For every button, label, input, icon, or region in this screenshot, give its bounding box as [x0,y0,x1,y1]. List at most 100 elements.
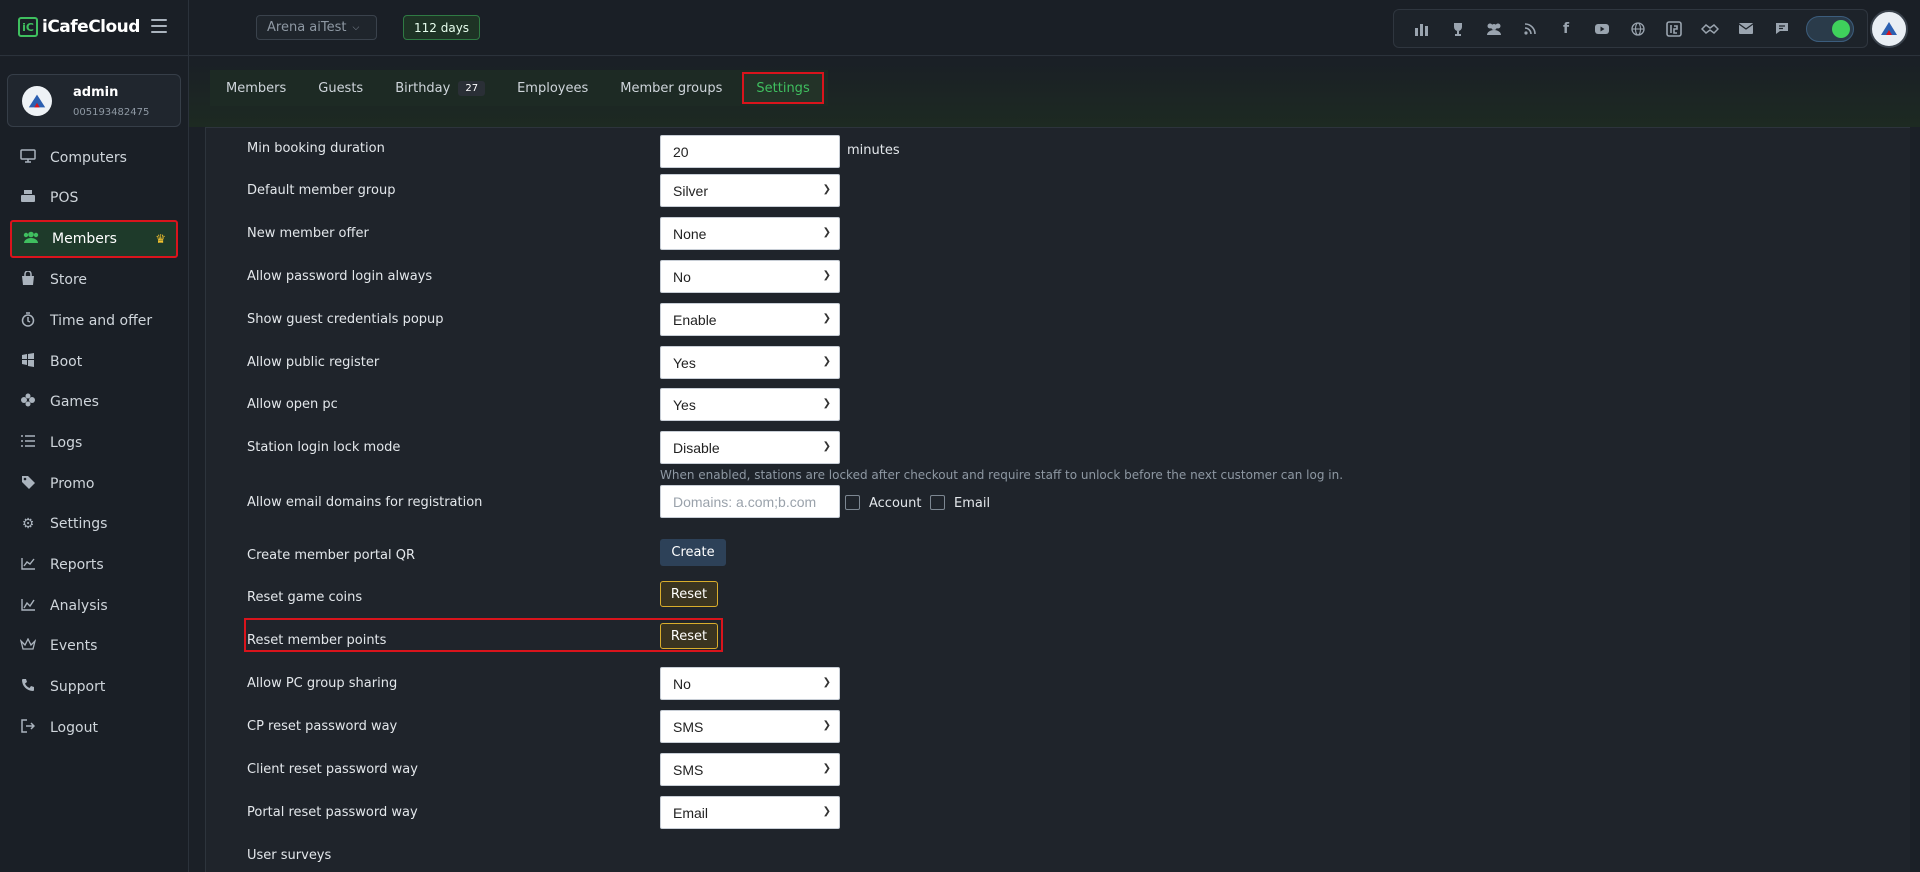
list-icon [20,435,36,451]
boot-icon [20,353,36,371]
sidebar-item-analysis[interactable]: Analysis [10,587,178,625]
rss-icon[interactable] [1512,15,1548,43]
user-name: admin [73,85,119,100]
tag-icon [20,475,36,494]
chevron-down-icon: ❯ [822,806,831,817]
new-member-offer-value: None [673,225,707,242]
create-qr-button[interactable]: Create [660,539,726,566]
sidebar-item-boot[interactable]: Boot [10,343,178,381]
sidebar-item-store[interactable]: Store [10,261,178,299]
chevron-down-icon: ❯ [822,763,831,774]
mail-icon[interactable] [1728,15,1764,43]
sidebar-item-label: Support [50,679,106,695]
open-pc-select[interactable]: Yes ❯ [660,388,840,421]
tab-members[interactable]: Members [210,70,302,106]
default-group-select[interactable]: Silver ❯ [660,174,840,207]
sidebar-item-logout[interactable]: Logout [10,709,178,747]
sidebar-item-promo[interactable]: Promo [10,465,178,503]
min-booking-input[interactable]: 20 [660,135,840,168]
chevron-down-icon: ❯ [822,313,831,324]
email-checkbox[interactable] [930,495,945,510]
trophy-icon[interactable] [1440,15,1476,43]
tab-employees[interactable]: Employees [501,70,604,106]
sidebar-item-reports[interactable]: Reports [10,546,178,584]
monitor-icon [20,149,36,167]
sidebar-item-support[interactable]: Support [10,668,178,706]
logo-text: iCafeCloud [42,17,140,37]
handshake-icon[interactable] [1692,15,1728,43]
login-lock-value: Disable [673,439,720,456]
timer-icon [20,311,36,331]
client-reset-select[interactable]: SMS ❯ [660,753,840,786]
chart-line-icon [20,557,36,574]
password-login-value: No [673,268,691,285]
sidebar-item-time-and-offer[interactable]: Time and offer [10,302,178,340]
password-login-select[interactable]: No ❯ [660,260,840,293]
group-icon[interactable] [1476,15,1512,43]
youtube-icon[interactable] [1584,15,1620,43]
app-logo-icon[interactable] [1656,15,1692,43]
sidebar-item-settings[interactable]: ⚙ Settings [10,505,178,543]
cp-reset-select[interactable]: SMS ❯ [660,710,840,743]
reset-points-button[interactable]: Reset [660,623,718,649]
chevron-down-icon: ❯ [822,398,831,409]
reset-coins-button[interactable]: Reset [660,581,718,607]
chevron-down-icon: ⌵ [352,22,360,33]
sidebar-item-pos[interactable]: POS [10,179,178,217]
chevron-down-icon: ❯ [822,441,831,452]
new-member-offer-select[interactable]: None ❯ [660,217,840,250]
chevron-down-icon: ❯ [822,677,831,688]
menu-toggle-icon[interactable] [151,19,167,33]
crown-icon [19,637,37,654]
cp-reset-label: CP reset password way [247,719,398,734]
avatar [22,86,52,116]
facebook-icon[interactable]: f [1548,15,1584,43]
sidebar-item-events[interactable]: Events [10,627,178,665]
new-member-offer-label: New member offer [247,226,369,241]
sidebar-divider [188,0,189,872]
gamepad-icon [20,393,36,411]
login-lock-select[interactable]: Disable ❯ [660,431,840,464]
sidebar-item-label: POS [50,190,79,206]
members-icon [22,231,39,247]
sidebar-item-label: Computers [50,150,127,166]
tab-member-groups[interactable]: Member groups [604,70,738,106]
tab-settings[interactable]: Settings [742,72,824,104]
sidebar-item-games[interactable]: Games [10,383,178,421]
tab-birthday[interactable]: Birthday 27 [379,70,501,106]
email-domains-label: Allow email domains for registration [247,495,483,510]
chevron-down-icon: ❯ [822,356,831,367]
leaderboard-icon[interactable] [1404,15,1440,43]
chat-icon[interactable] [1764,15,1800,43]
guest-popup-select[interactable]: Enable ❯ [660,303,840,336]
sidebar-item-label: Logout [50,720,98,736]
email-domains-input[interactable]: Domains: a.com;b.com [660,485,840,518]
sidebar-item-members[interactable]: Members ♛ [10,220,178,258]
login-lock-label: Station login lock mode [247,440,401,455]
sidebar-item-label: Analysis [50,598,108,614]
tab-guests[interactable]: Guests [302,70,379,106]
sidebar-item-label: Logs [50,435,83,451]
sidebar-item-label: Games [50,394,99,410]
pos-icon [20,189,36,207]
app-logo[interactable]: iC iCafeCloud [18,17,140,37]
sidebar-item-computers[interactable]: Computers [10,139,178,177]
avatar[interactable] [1870,10,1908,48]
cafe-selector[interactable]: Arena aiTest ⌵ [256,15,377,40]
min-booking-unit: minutes [847,143,900,158]
theme-toggle[interactable] [1806,15,1854,42]
account-checkbox[interactable] [845,495,860,510]
sidebar-item-logs[interactable]: Logs [10,424,178,462]
reset-points-label: Reset member points [247,633,387,648]
pc-group-sharing-select[interactable]: No ❯ [660,667,840,700]
phone-icon [20,678,36,696]
user-card[interactable]: admin 005193482475 [7,74,181,127]
chevron-down-icon: ❯ [822,720,831,731]
top-bar: iC iCafeCloud Arena aiTest ⌵ 112 days f [0,0,1920,56]
public-register-select[interactable]: Yes ❯ [660,346,840,379]
account-checkbox-label: Account [869,496,922,511]
tab-birthday-label: Birthday [395,80,451,96]
portal-reset-select[interactable]: Email ❯ [660,796,840,829]
globe-icon[interactable] [1620,15,1656,43]
client-reset-label: Client reset password way [247,762,418,777]
